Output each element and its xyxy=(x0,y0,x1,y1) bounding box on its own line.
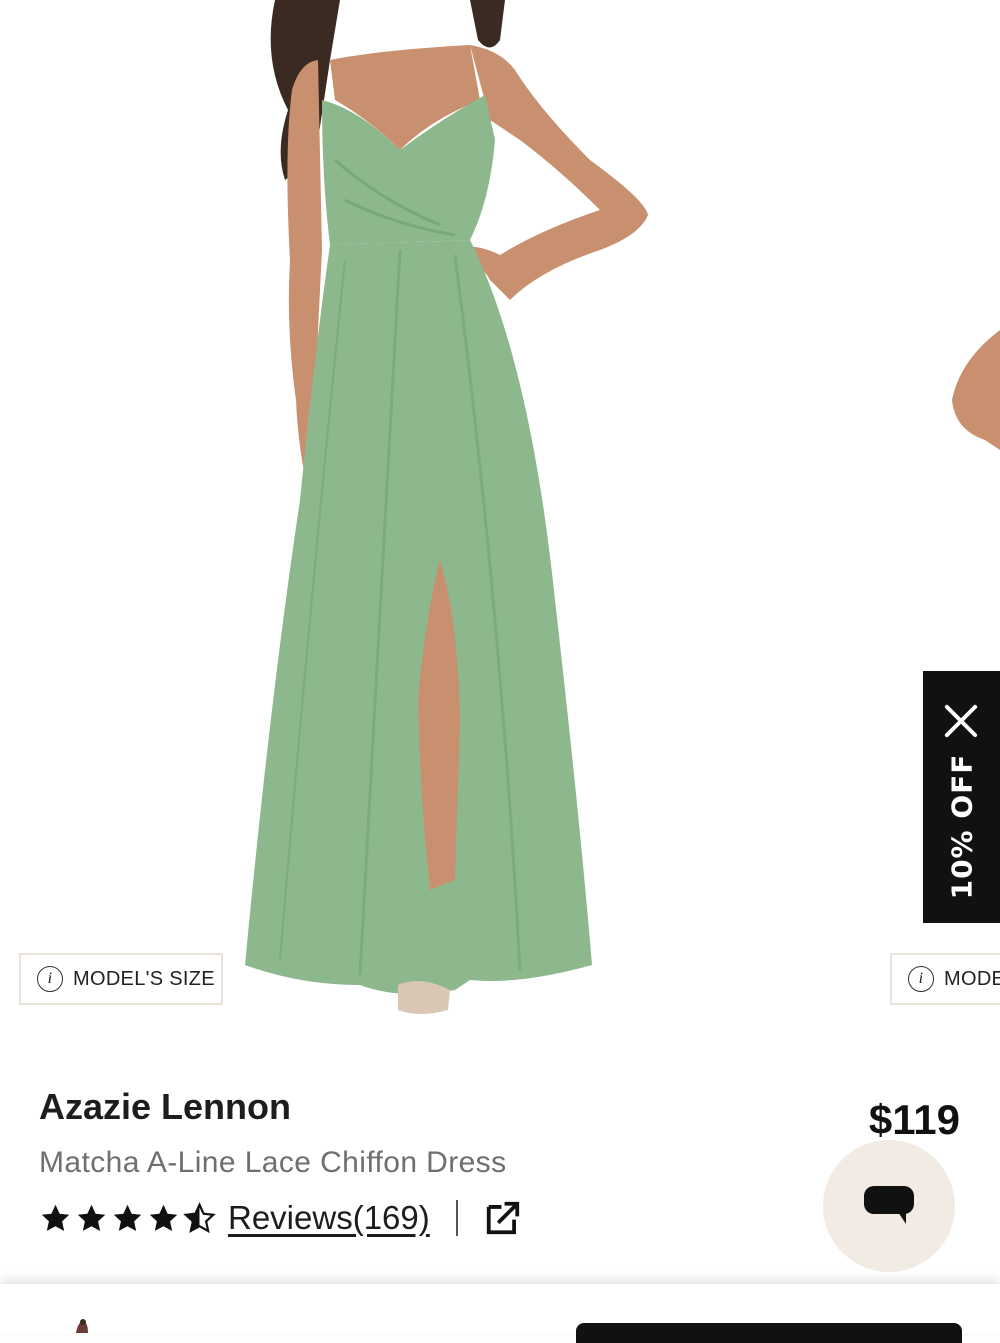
divider xyxy=(455,1200,458,1236)
star-half-icon xyxy=(183,1201,216,1233)
model-size-button-next[interactable]: i MODE xyxy=(890,953,1000,1005)
reviews-link[interactable]: Reviews(169) xyxy=(228,1199,430,1237)
promo-text: 10% OFF xyxy=(945,753,979,899)
star-full-icon xyxy=(149,1204,178,1231)
model-size-button[interactable]: i MODEL'S SIZE xyxy=(19,953,223,1005)
chat-bubble-icon xyxy=(864,1186,914,1224)
star-full-icon xyxy=(77,1204,106,1231)
product-name: Matcha A-Line Lace Chiffon Dress xyxy=(39,1146,507,1179)
close-icon[interactable] xyxy=(941,701,981,741)
product-brand: Azazie Lennon xyxy=(39,1086,292,1127)
model-size-label: MODEL'S SIZE xyxy=(73,967,215,990)
chat-button[interactable] xyxy=(823,1140,955,1272)
star-rating xyxy=(39,1201,216,1235)
star-full-icon xyxy=(113,1204,142,1231)
info-icon: i xyxy=(908,966,934,992)
product-thumbnail[interactable] xyxy=(66,1318,96,1333)
external-link-icon[interactable] xyxy=(484,1199,522,1237)
product-image-gallery[interactable]: i MODEL'S SIZE i MODE 10% OFF xyxy=(0,0,1000,1040)
star-full-icon xyxy=(41,1204,70,1231)
product-photo[interactable] xyxy=(0,0,1000,1040)
model-size-label-next: MODE xyxy=(944,967,1000,990)
discount-promo-tab[interactable]: 10% OFF xyxy=(923,671,1000,923)
rating-row: Reviews(169) xyxy=(39,1196,522,1240)
add-to-bag-button[interactable] xyxy=(576,1323,962,1343)
info-icon: i xyxy=(37,966,63,992)
product-price: $119 xyxy=(868,1096,960,1143)
